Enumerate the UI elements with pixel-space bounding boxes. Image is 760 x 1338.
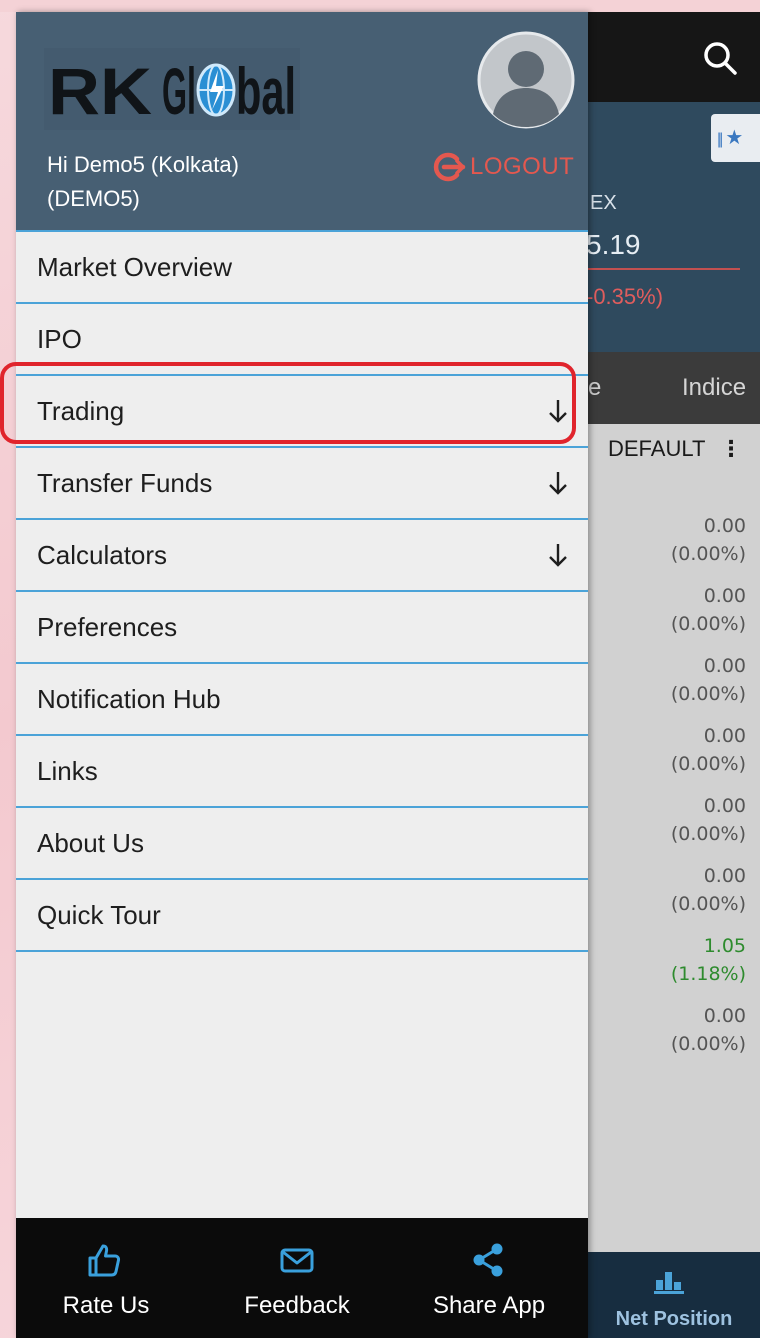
feedback-button[interactable]: Feedback xyxy=(202,1218,392,1338)
search-icon[interactable] xyxy=(700,38,740,78)
menu-item-label: Trading xyxy=(37,395,125,426)
menu-item-ipo[interactable]: IPO xyxy=(16,304,588,376)
bar-chart-icon xyxy=(654,1272,684,1294)
market-tabs: e Indice xyxy=(588,352,760,424)
tab-indices[interactable]: Indice xyxy=(682,374,746,402)
thumbs-up-icon xyxy=(88,1244,121,1277)
avatar-icon[interactable] xyxy=(476,30,576,130)
drawer-menu: Market Overview IPO Trading Transfer Fun… xyxy=(16,230,588,952)
quote-change: (0.00%) xyxy=(670,613,746,635)
menu-item-calculators[interactable]: Calculators xyxy=(16,520,588,592)
index-value: 5.19 xyxy=(588,229,641,260)
rk-global-logo: RK Gl bal xyxy=(44,48,300,130)
menu-item-label: Notification Hub xyxy=(37,683,221,714)
watchlist-name[interactable]: DEFAULT xyxy=(608,436,705,462)
logout-icon xyxy=(433,152,466,182)
menu-item-label: Transfer Funds xyxy=(37,467,213,498)
menu-item-label: Preferences xyxy=(37,611,178,642)
menu-item-quick-tour[interactable]: Quick Tour xyxy=(16,880,588,952)
quote-value: 0.00 xyxy=(703,865,746,887)
menu-item-label: About Us xyxy=(37,827,144,858)
menu-item-trading[interactable]: Trading xyxy=(16,376,588,448)
quote-change: (0.00%) xyxy=(670,893,746,915)
mail-icon xyxy=(280,1248,314,1273)
index-name: EX xyxy=(590,192,617,214)
background-frame xyxy=(0,0,760,12)
quote-row: 0.00 (0.00%) xyxy=(588,652,746,708)
net-position-label: Net Position xyxy=(615,1308,733,1330)
menu-item-market-overview[interactable]: Market Overview xyxy=(16,230,588,304)
tab-partial[interactable]: e xyxy=(588,374,601,402)
logout-button[interactable]: LOGOUT xyxy=(432,150,574,184)
quote-row: 0.00 (0.00%) xyxy=(588,1002,746,1058)
arrow-down-icon[interactable] xyxy=(546,466,570,500)
svg-text:Gl: Gl xyxy=(162,54,196,128)
star-icon: ★ xyxy=(725,127,744,149)
feedback-label: Feedback xyxy=(244,1292,350,1319)
rate-us-label: Rate Us xyxy=(62,1292,150,1319)
menu-item-label: IPO xyxy=(37,323,82,354)
quote-row: 0.00 (0.00%) xyxy=(588,512,746,568)
menu-item-label: Links xyxy=(37,755,98,786)
menu-item-preferences[interactable]: Preferences xyxy=(16,592,588,664)
svg-text:bal: bal xyxy=(236,54,296,128)
navigation-drawer: RK Gl bal Hi Demo5 (Kolkata) (DEMO5) LOG… xyxy=(16,12,588,1338)
greeting-name: Hi Demo5 (Kolkata) xyxy=(47,152,239,177)
kebab-menu-icon[interactable]: ⋮ xyxy=(720,436,742,462)
arrow-down-icon[interactable] xyxy=(546,538,570,572)
quote-row: 0.00 (0.00%) xyxy=(588,722,746,778)
quote-change: (1.18%) xyxy=(670,963,746,985)
greeting-user-id: (DEMO5) xyxy=(47,186,140,211)
menu-item-notification-hub[interactable]: Notification Hub xyxy=(16,664,588,736)
quote-value: 1.05 xyxy=(703,935,746,957)
quote-change: (0.00%) xyxy=(670,543,746,565)
index-panel: || ★ EX 5.19 -0.35%) xyxy=(588,102,760,352)
share-app-button[interactable]: Share App xyxy=(398,1218,580,1338)
quote-change: (0.00%) xyxy=(670,823,746,845)
bottom-nav-net-position[interactable]: Net Position xyxy=(588,1252,760,1338)
quote-value: 0.00 xyxy=(703,585,746,607)
quote-change: (0.00%) xyxy=(670,683,746,705)
menu-item-label: Quick Tour xyxy=(37,899,161,930)
quote-row: 0.00 (0.00%) xyxy=(588,862,746,918)
share-icon xyxy=(473,1243,503,1277)
quote-value: 0.00 xyxy=(703,725,746,747)
index-underline xyxy=(588,268,740,270)
menu-item-links[interactable]: Links xyxy=(16,736,588,808)
quote-row: 0.00 (0.00%) xyxy=(588,582,746,638)
menu-item-label: Market Overview xyxy=(37,251,233,282)
logout-label: LOGOUT xyxy=(470,153,575,180)
quote-change: (0.00%) xyxy=(670,753,746,775)
quote-row: 1.05 (1.18%) xyxy=(588,932,746,988)
quote-row: 0.00 (0.00%) xyxy=(588,792,746,848)
drawer-header: RK Gl bal Hi Demo5 (Kolkata) (DEMO5) LOG… xyxy=(16,12,588,232)
svg-text:RK: RK xyxy=(48,54,152,128)
menu-item-about-us[interactable]: About Us xyxy=(16,808,588,880)
arrow-down-icon[interactable] xyxy=(546,394,570,428)
watchlist-star-button[interactable]: || ★ xyxy=(711,114,760,162)
menu-item-label: Calculators xyxy=(37,539,168,570)
quote-value: 0.00 xyxy=(703,1005,746,1027)
share-app-label: Share App xyxy=(432,1292,546,1319)
user-greeting: Hi Demo5 (Kolkata) (DEMO5) xyxy=(47,148,347,216)
bars-icon: || xyxy=(717,131,723,148)
background-app: || ★ EX 5.19 -0.35%) e Indice DEFAULT ⋮ 0… xyxy=(588,12,760,1338)
quote-value: 0.00 xyxy=(703,515,746,537)
app-top-bar xyxy=(588,12,760,102)
quote-value: 0.00 xyxy=(703,655,746,677)
index-change: -0.35%) xyxy=(588,284,664,309)
quote-value: 0.00 xyxy=(703,795,746,817)
rate-us-button[interactable]: Rate Us xyxy=(16,1218,196,1338)
drawer-footer: Rate Us Feedback Share App xyxy=(16,1218,588,1338)
quote-change: (0.00%) xyxy=(670,1033,746,1055)
menu-item-transfer-funds[interactable]: Transfer Funds xyxy=(16,448,588,520)
